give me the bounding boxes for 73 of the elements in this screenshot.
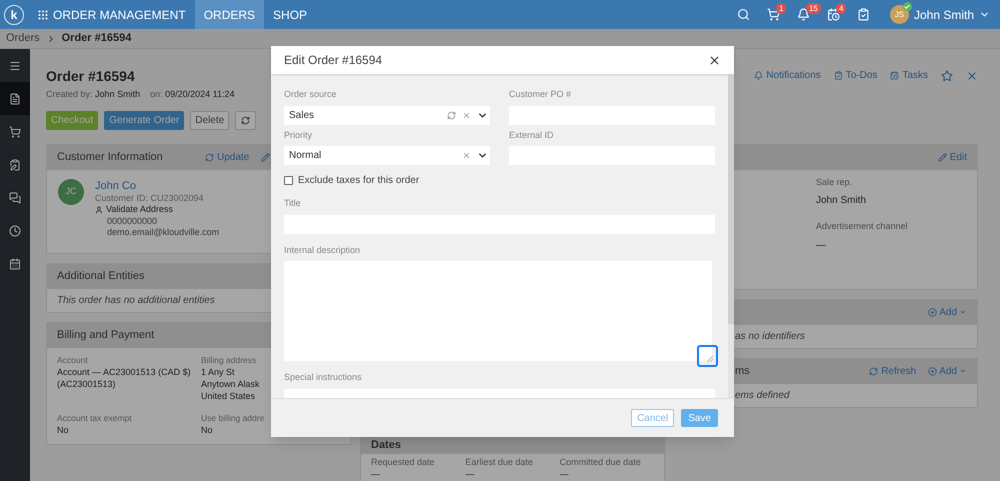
breadcrumb-link[interactable]: Orders [6,30,40,47]
customer-avatar: JC [58,178,84,204]
field-value: Anytown Alask [201,378,260,390]
card-title: ms [735,364,750,379]
count-badge: 1 [776,3,786,14]
customer-name[interactable]: John Co [95,178,220,192]
update-link[interactable]: Update [217,150,250,164]
select-field[interactable]: Normal [284,146,490,165]
empty-message: ems defined [735,390,790,400]
field-value: John Smith [816,194,868,208]
nav-tab[interactable]: SHOP [264,0,316,29]
action-button[interactable]: Checkout [46,110,98,130]
field-value: No [57,424,69,436]
header-link[interactable]: Tasks [902,68,928,83]
count-badge: 4 [836,3,846,14]
count-badge: 15 [806,3,821,14]
user-avatar[interactable]: JS [890,5,909,24]
field-value: — [371,468,380,478]
card-title: Additional Entities [57,268,144,284]
field-label: Customer PO # [509,88,572,101]
logo[interactable]: k [4,4,24,24]
field-label: Sale rep. [816,176,854,189]
customer-email: demo.email@kloudville.com [106,227,220,238]
dialog-title: Edit Order #16594 [284,52,384,69]
card-title: Customer Information [57,150,164,165]
header-link[interactable]: Notifications [766,68,821,83]
card-title: Dates [371,438,401,452]
add-link[interactable]: Add [939,364,957,378]
field-label: Title [284,197,302,210]
customer-phone: 0000000000 [106,216,158,227]
field-label: Use billing addre [201,412,264,424]
checkbox-label: Exclude taxes for this order [298,174,420,188]
select-field[interactable]: Sales [284,106,490,124]
empty-message: as no identifiers [735,330,806,342]
edit-link[interactable]: Edit [950,150,967,164]
order-title: Order #16594 [46,67,136,85]
validate-address-link[interactable]: Validate Address [106,204,173,216]
field-value: Account — AC23001513 (CAD $) [57,366,191,378]
field-value: — [465,468,474,478]
field-label: Earliest due date [465,456,533,466]
field-label: Order source [284,88,338,101]
field-label: External ID [509,128,555,142]
user-name[interactable]: John Smith [914,6,974,24]
customer-id: Customer ID: CU23002094 [95,192,205,204]
field-label: Special instructions [284,371,363,384]
field-label: Advertisement channel [816,220,909,233]
cancel-button[interactable]: Cancel [631,409,674,427]
field-label: Priority [284,128,314,142]
action-button[interactable]: Generate Order [104,110,184,130]
field-value: — [816,238,827,252]
field-label: Internal description [284,244,362,257]
created-on: on: 09/20/2024 11:24 [150,88,235,101]
field-value: — [560,468,569,478]
header-link[interactable]: To-Dos [846,68,878,83]
field-value: (AC23001513) [57,378,116,390]
field-label: Account [57,354,88,366]
field-value: United States [201,390,256,402]
field-value: No [201,424,213,436]
field-label: Billing address [201,354,256,366]
refresh-link[interactable]: Refresh [881,364,916,378]
field-label: Account tax exempt [57,412,132,424]
created-by: Created by: John Smith [46,88,140,101]
save-button[interactable]: Save [681,409,718,427]
add-link[interactable]: Add [939,304,957,320]
field-label: Committed due date [560,456,641,466]
breadcrumb-current: Order #16594 [62,31,132,46]
app-title: ORDER MANAGEMENT [53,6,186,24]
empty-message: This order has no additional entities [57,294,215,306]
action-button[interactable]: Delete [190,110,230,130]
card-title: Billing and Payment [57,328,154,343]
field-label: Requested date [371,456,435,466]
field-value: 1 Any St [201,366,235,378]
nav-tab[interactable]: ORDERS [194,0,264,29]
